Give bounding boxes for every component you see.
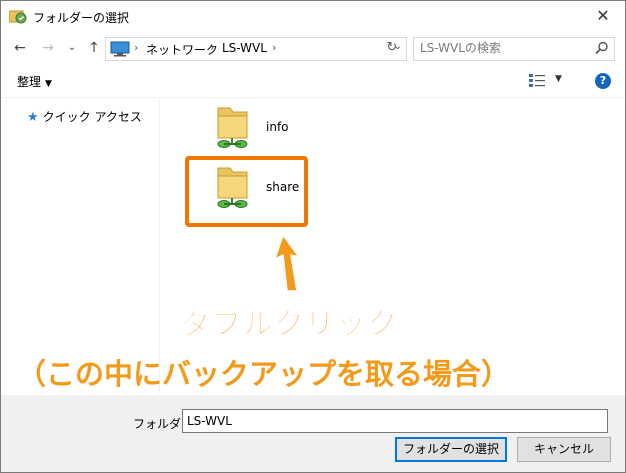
command-bar: 整理 ▼ ▼ ? bbox=[1, 67, 625, 98]
sidebar-item-label: クイック アクセス bbox=[42, 110, 142, 124]
organize-label: 整理 bbox=[17, 75, 42, 89]
annotation-backup-note: （この中にバックアップを取る場合） bbox=[17, 357, 511, 391]
folder-field[interactable] bbox=[187, 413, 597, 429]
network-icon bbox=[110, 41, 130, 57]
back-button[interactable]: ← bbox=[11, 39, 29, 57]
forward-button[interactable]: → bbox=[39, 39, 57, 57]
select-folder-button[interactable]: フォルダーの選択 bbox=[395, 437, 507, 462]
star-icon: ★ bbox=[27, 110, 39, 125]
up-button[interactable]: ↑ bbox=[85, 39, 103, 57]
search-input[interactable] bbox=[420, 40, 590, 56]
help-button[interactable]: ? bbox=[595, 73, 611, 89]
view-options-icon[interactable] bbox=[529, 74, 545, 88]
folder-list: info share bbox=[160, 98, 625, 394]
organize-button[interactable]: 整理 ▼ bbox=[17, 73, 52, 90]
breadcrumb-network[interactable]: ネットワーク bbox=[146, 41, 218, 58]
folder-name: info bbox=[266, 120, 289, 134]
search-box[interactable] bbox=[413, 37, 615, 61]
annotation-arrow-icon bbox=[274, 234, 300, 292]
refresh-button[interactable]: ↻ bbox=[383, 39, 401, 57]
breadcrumb-separator[interactable]: › bbox=[134, 41, 138, 54]
navigation-pane: ★ クイック アクセス bbox=[1, 98, 160, 394]
recent-locations-button[interactable]: ⌄ bbox=[63, 39, 81, 57]
cancel-button[interactable]: キャンセル bbox=[517, 437, 611, 462]
annotation-highlight-box bbox=[185, 156, 308, 227]
breadcrumb-ls-wvl[interactable]: LS-WVL bbox=[222, 41, 267, 55]
sidebar-item-quick-access[interactable]: ★ クイック アクセス bbox=[27, 108, 142, 125]
breadcrumb-separator[interactable]: › bbox=[272, 41, 276, 54]
breadcrumb-separator[interactable]: › bbox=[210, 41, 214, 54]
address-bar[interactable]: › ネットワーク › LS-WVL › ⌄ bbox=[105, 37, 407, 61]
list-item-info[interactable]: info bbox=[214, 106, 324, 152]
search-icon[interactable] bbox=[594, 40, 610, 56]
title-bar: フォルダーの選択 ✕ bbox=[1, 1, 625, 31]
close-button[interactable]: ✕ bbox=[581, 1, 625, 31]
annotation-double-click: ダブルクリック bbox=[181, 307, 398, 343]
folder-dialog-icon bbox=[9, 10, 27, 24]
footer-panel: フォルダー: フォルダーの選択 キャンセル bbox=[1, 395, 625, 472]
chevron-down-icon: ▼ bbox=[45, 79, 52, 89]
view-dropdown-icon[interactable]: ▼ bbox=[555, 74, 562, 84]
navigation-row: ← → ⌄ ↑ › ネットワーク › LS-WVL › ⌄ ↻ bbox=[1, 35, 625, 63]
network-share-folder-icon bbox=[217, 107, 248, 148]
folder-select-dialog: フォルダーの選択 ✕ ← → ⌄ ↑ › ネットワーク › LS-WVL › ⌄… bbox=[0, 0, 626, 473]
window-title: フォルダーの選択 bbox=[33, 11, 130, 25]
folder-field-box[interactable] bbox=[182, 409, 608, 433]
